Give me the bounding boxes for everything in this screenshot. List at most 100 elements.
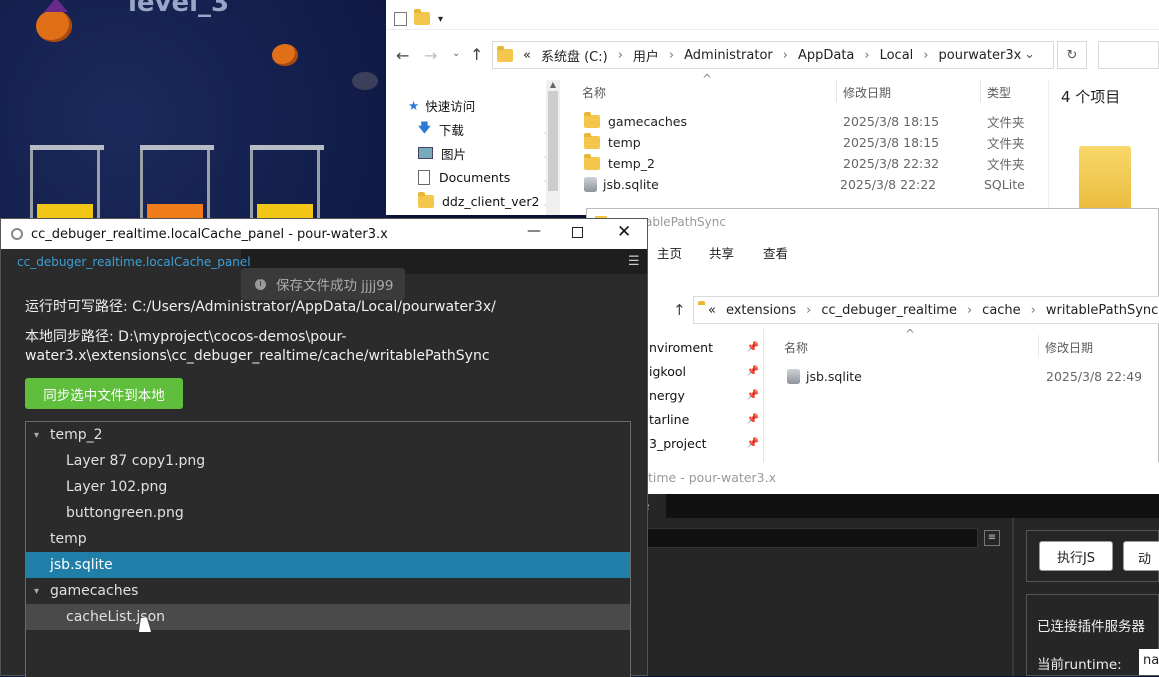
breadcrumb-item[interactable]: writablePathSync (1046, 303, 1158, 318)
file-explorer-window: ▾ ← → ⌄ ↑ « 系统盘 (C:) › 用户 › Administrator ›… (386, 0, 1159, 216)
file-row[interactable]: temp_2 2025/3/8 22:32 文件夹 (584, 153, 1044, 174)
sidebar-item[interactable]: 3_project 📌 (649, 431, 759, 455)
chevron-down-icon[interactable]: ▾ (438, 14, 443, 25)
address-bar[interactable]: « extensions › cc_debuger_realtime › cache… (693, 296, 1159, 324)
file-row[interactable]: temp 2025/3/8 18:15 文件夹 (584, 132, 1044, 153)
tree-node-file[interactable]: Layer 102.png (26, 474, 630, 500)
expand-arrow-icon[interactable]: ▾ (34, 586, 50, 597)
maximize-icon[interactable] (572, 227, 583, 238)
file-row[interactable]: jsb.sqlite 2025/3/8 22:49 (787, 366, 1142, 387)
breadcrumb-item[interactable]: Local (880, 48, 914, 63)
breadcrumb-item[interactable]: cc_debuger_realtime (821, 303, 957, 318)
ribbon-tab-view[interactable]: 查看 (763, 243, 788, 262)
folder-icon (584, 154, 600, 170)
breadcrumb-item[interactable]: 用户 (633, 46, 659, 65)
tube-2[interactable] (140, 145, 214, 225)
quick-access-toolbar: ▾ (386, 0, 1159, 30)
tree-node-folder[interactable]: ▾ gamecaches (26, 578, 630, 604)
sidebar-item[interactable]: nviroment 📌 (649, 335, 759, 359)
breadcrumb-overflow[interactable]: « (523, 48, 531, 63)
tree-node-file-selected[interactable]: jsb.sqlite (26, 552, 630, 578)
tube-3[interactable] (250, 145, 324, 225)
minimize-icon[interactable]: — (527, 223, 541, 239)
tree-node-label: Layer 102.png (66, 479, 168, 495)
file-type: 文件夹 (987, 157, 1025, 172)
tab-local-cache[interactable]: cc_debuger_realtime.localCache_panel (1, 249, 251, 274)
up-arrow-icon[interactable]: ↑ (470, 45, 483, 64)
address-bar[interactable]: « 系统盘 (C:) › 用户 › Administrator › AppData › … (492, 41, 1054, 69)
breadcrumb-overflow[interactable]: « (708, 303, 716, 318)
sidebar-item[interactable]: igkool 📌 (649, 359, 759, 383)
search-input[interactable] (1098, 41, 1159, 69)
large-folder-icon (1079, 146, 1131, 216)
action-button[interactable]: 动 (1123, 541, 1159, 571)
chevron-down-icon[interactable]: ⌄ (1024, 47, 1035, 62)
runtime-select[interactable]: na (1139, 649, 1159, 675)
sidebar-item-label: nergy (649, 387, 685, 403)
navigation-pane: ★快速访问 🡇下载📌 图片📌 Documents📌 ddz_client_ver… (408, 93, 556, 213)
tree-node-folder[interactable]: temp (26, 526, 630, 552)
title-bar[interactable]: cc_debuger_realtime.localCache_panel - p… (1, 219, 647, 249)
tree-node-file[interactable]: Layer 87 copy1.png (26, 448, 630, 474)
back-arrow-icon[interactable]: ← (396, 46, 409, 65)
breadcrumb-item[interactable]: 系统盘 (C:) (541, 46, 608, 65)
ribbon-tab-home[interactable]: 主页 (657, 243, 682, 262)
app-icon (11, 228, 23, 240)
menu-icon[interactable]: ≡ (984, 530, 1000, 546)
new-folder-icon[interactable] (414, 9, 430, 25)
sidebar-item-ddz-client[interactable]: ddz_client_ver2📌 (408, 189, 556, 213)
sidebar-item-documents[interactable]: Documents📌 (408, 165, 556, 189)
ribbon-tab-share[interactable]: 共享 (709, 243, 734, 262)
window-title: cc_debuger_realtime.localCache_panel - p… (31, 226, 388, 242)
close-icon[interactable]: ✕ (617, 222, 631, 242)
file-type: SQLite (984, 177, 1025, 192)
sidebar-item-pictures[interactable]: 图片📌 (408, 141, 556, 165)
tree-node-file-hover[interactable]: cacheList.json (26, 604, 630, 630)
column-header-date[interactable]: 修改日期 (843, 84, 891, 101)
breadcrumb-item[interactable]: cache (982, 303, 1021, 318)
tree-node-file[interactable]: buttongreen.png (26, 500, 630, 526)
column-header-date[interactable]: 修改日期 (1045, 339, 1093, 356)
hamburger-menu-icon[interactable]: ☰ (628, 254, 640, 269)
execute-js-button[interactable]: 执行JS (1039, 541, 1113, 571)
level-title: level_3 (128, 0, 230, 18)
expand-arrow-icon[interactable]: ▾ (34, 430, 50, 441)
sidebar-item-quick-access[interactable]: ★ 快速访问 (408, 93, 556, 117)
breadcrumb-item[interactable]: AppData (798, 48, 854, 63)
column-header-name[interactable]: 名称 (784, 339, 808, 356)
file-row[interactable]: gamecaches 2025/3/8 18:15 文件夹 (584, 111, 1044, 132)
sidebar-item-label: 下载 (438, 122, 464, 138)
item-count: 4 个项目 (1061, 88, 1121, 106)
file-name: gamecaches (608, 114, 687, 129)
properties-icon[interactable] (394, 12, 407, 26)
local-path-label: 本地同步路径: D:\myproject\cocos-demos\pour- (25, 329, 347, 345)
sidebar-item[interactable]: tarline 📌 (649, 407, 759, 431)
sidebar-item-downloads[interactable]: 🡇下载📌 (408, 117, 556, 141)
sort-ascending-icon: ^ (702, 72, 713, 86)
column-header-type[interactable]: 类型 (987, 84, 1011, 101)
tube-1[interactable] (30, 145, 104, 225)
chevron-down-icon[interactable]: ⌄ (452, 48, 460, 59)
refresh-icon[interactable]: ↻ (1057, 41, 1087, 69)
breadcrumb-item[interactable]: pourwater3x (939, 48, 1022, 63)
document-icon (418, 169, 430, 185)
nav-scrollbar[interactable]: ▲ (546, 80, 560, 215)
star-icon: ★ (408, 97, 420, 113)
up-arrow-icon[interactable]: ↑ (673, 301, 686, 319)
sidebar-item-label: 图片 (441, 146, 467, 162)
file-date: 2025/3/8 22:49 (1046, 369, 1143, 384)
command-input[interactable] (640, 528, 978, 548)
tree-node-folder[interactable]: ▾ temp_2 (26, 422, 630, 448)
breadcrumb-item[interactable]: Administrator (684, 48, 773, 63)
file-date: 2025/3/8 18:15 (843, 114, 940, 129)
forward-arrow-icon[interactable]: → (424, 46, 437, 65)
column-header-name[interactable]: 名称 (582, 84, 606, 101)
sidebar-item-label: 3_project (649, 435, 707, 451)
breadcrumb-item[interactable]: extensions (726, 303, 796, 318)
sync-to-local-button[interactable]: 同步选中文件到本地 (25, 378, 183, 409)
title-bar[interactable]: ablePathSync (587, 209, 1158, 237)
pin-icon: 📌 (746, 413, 759, 425)
sidebar-item[interactable]: nergy 📌 (649, 383, 759, 407)
file-row[interactable]: jsb.sqlite 2025/3/8 22:22 SQLite (584, 174, 1044, 195)
pumpkin-icon (36, 10, 72, 42)
